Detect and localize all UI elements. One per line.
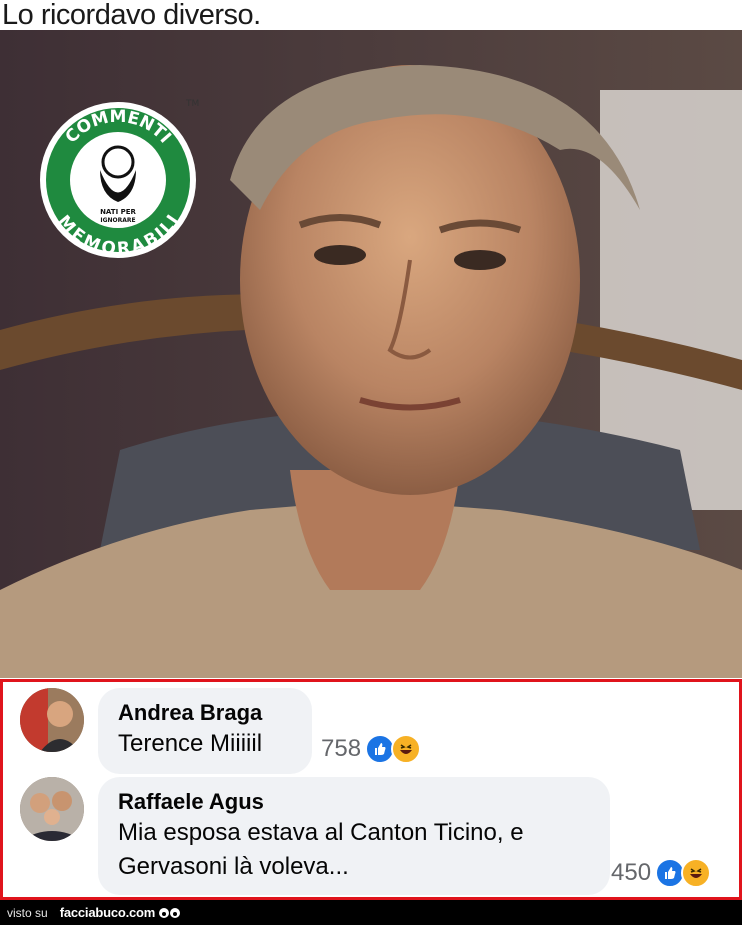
comment-bubble: Andrea Braga Terence Miiiiil: [98, 688, 312, 774]
logo-tagline-2: IGNORARE: [100, 217, 135, 224]
man-portrait-image: COMMENTI MEMORABILI NATI PER IGNORARE TM: [0, 30, 742, 678]
reaction-summary[interactable]: 758: [321, 734, 422, 764]
watermark-footer: visto su facciabuco.com: [0, 900, 742, 925]
comments-panel: Andrea Braga Terence Miiiiil 758 Raffael…: [0, 679, 742, 900]
comment-author[interactable]: Andrea Braga: [118, 699, 292, 727]
haha-icon: [391, 734, 422, 764]
comment-bubble: Raffaele Agus Mia esposa estava al Canto…: [98, 777, 610, 895]
footer-brand-link[interactable]: facciabuco.com: [60, 905, 156, 920]
comment-text-line-2: Gervasoni là voleva...: [118, 853, 349, 880]
reaction-count: 758: [321, 735, 362, 762]
logo-tagline-1: NATI PER: [100, 208, 136, 216]
footer-prefix: visto su: [7, 905, 48, 920]
eyes-icon: [159, 907, 181, 918]
logo-trademark: TM: [185, 99, 199, 109]
reaction-summary[interactable]: 450: [611, 858, 712, 888]
comment-text-line-1: Mia esposa estava al Canton Ticino, e: [118, 819, 524, 846]
haha-icon: [681, 858, 712, 888]
commenti-memorabili-logo: COMMENTI MEMORABILI NATI PER IGNORARE TM: [38, 90, 203, 270]
avatar-raffaele-agus[interactable]: [20, 777, 84, 841]
reaction-count: 450: [611, 859, 652, 886]
avatar-andrea-braga[interactable]: [20, 688, 84, 752]
meme-caption: Lo ricordavo diverso.: [2, 0, 261, 31]
comment-text: Terence Miiiiil: [118, 730, 263, 757]
comment-author[interactable]: Raffaele Agus: [118, 788, 590, 816]
